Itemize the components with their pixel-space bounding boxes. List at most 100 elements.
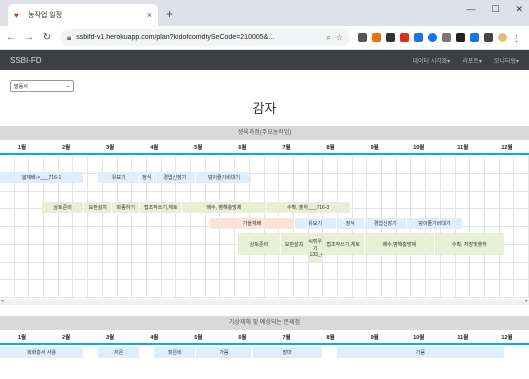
menu-kebab-icon[interactable]: ⋮ [512, 33, 521, 43]
grid-cell [29, 244, 45, 263]
scroll-right-icon[interactable]: ▸ [525, 298, 528, 304]
growth-event[interactable]: 파종하기 [112, 202, 140, 213]
month-7: 7월 [264, 143, 309, 155]
growth-event[interactable]: 정식 [336, 218, 364, 229]
extension-icon[interactable] [386, 33, 395, 42]
disaster-event[interactable]: 가뭄 [196, 347, 252, 358]
growth-event[interactable]: 경엽신장기 [154, 172, 196, 183]
disaster-event[interactable]: 저온 [98, 347, 140, 358]
grid-cell [132, 262, 147, 281]
month-12: 12월 [484, 333, 529, 345]
grid-cell [514, 209, 529, 227]
grid-cell [58, 280, 74, 298]
growth-event[interactable]: 씨튀우기_133_4 [308, 233, 322, 263]
grid-cell [440, 156, 456, 174]
growth-event[interactable]: 배수, 병해충방제 [182, 202, 266, 213]
tab-title: 농작업 일정 [28, 12, 63, 19]
back-icon[interactable]: ← [6, 32, 16, 43]
browser-tab[interactable]: ♥ 농작업 일정 × [8, 4, 158, 26]
disaster-event[interactable]: 잦은비 [154, 347, 196, 358]
grid-cell [352, 173, 368, 192]
extension-icon[interactable] [456, 33, 465, 42]
grid-cell [411, 173, 427, 192]
month-6: 6월 [220, 143, 265, 155]
tab-close-icon[interactable]: × [147, 10, 152, 20]
disaster-event[interactable]: 가뭄 [336, 347, 504, 358]
growth-event[interactable]: 상토준비 [42, 202, 84, 213]
disaster-event[interactable]: 장마 [252, 347, 322, 358]
month-5: 5월 [176, 333, 221, 345]
growth-event[interactable]: 가을재배 [210, 218, 294, 229]
growth-event[interactable]: 덩이줄기비대기 [406, 218, 462, 229]
extension-icon[interactable] [358, 33, 367, 42]
growth-event[interactable]: 묘판설치 [280, 233, 308, 255]
grid-cell [161, 280, 177, 298]
reload-icon[interactable]: ↻ [42, 32, 52, 43]
grid-cell [411, 156, 427, 174]
puzzle-icon[interactable] [484, 33, 493, 42]
grid-cell [0, 244, 15, 263]
growth-event[interactable]: 배수,병해충방제 [364, 233, 434, 255]
menu-monitoring[interactable]: 모니터링▾ [494, 56, 519, 65]
grid-cell [117, 244, 133, 263]
extension-icon[interactable] [428, 33, 437, 42]
url-field[interactable]: 🔒︎ ssbifd-v1.herokuapp.com/plan?kidofcom… [60, 29, 350, 46]
growth-event[interactable]: 유묘기 [98, 172, 140, 183]
growth-event[interactable]: 접조작쓰기,체토 [140, 202, 182, 213]
grid-cell [102, 280, 118, 298]
horizontal-scrollbar[interactable]: ◂ ▸ [0, 298, 529, 305]
extension-icon[interactable] [372, 33, 381, 42]
grid-cell [455, 156, 471, 174]
grid-cell [0, 227, 15, 245]
month-9: 9월 [352, 333, 397, 345]
grid-cell [29, 262, 45, 281]
growth-event[interactable]: 봄재배->___716-1 [0, 172, 84, 183]
grid-cell [44, 244, 59, 263]
growth-event[interactable]: 수확, 저장및출하 [434, 233, 504, 255]
growth-event[interactable]: 상토준비 [238, 233, 280, 255]
page-content: 발동서 ⌄ 감자 생육과정(주요농작업) 1월 2월 3월 4월 5월 6월 7월 8월 9월 1… [0, 70, 529, 359]
extension-icon[interactable] [470, 33, 479, 42]
maximize-icon[interactable]: ☐ [491, 4, 499, 15]
bookmark-star-icon[interactable]: ☆ [336, 33, 343, 42]
growth-event[interactable]: 수확, 출하___716-3 [266, 202, 350, 213]
extension-icon[interactable] [414, 33, 423, 42]
new-tab-button[interactable]: + [166, 7, 173, 21]
grid-cell [382, 262, 397, 281]
zoom-icon[interactable]: ⌕ [326, 33, 330, 43]
growth-event[interactable]: 유묘기 [294, 218, 336, 229]
grid-cell [470, 280, 485, 298]
growth-event[interactable]: 접조작쓰기,체토 [322, 233, 364, 255]
grid-cell [293, 280, 309, 298]
forward-icon[interactable]: → [24, 32, 34, 43]
grid-cell [440, 173, 456, 192]
grid-cell [308, 280, 324, 298]
grid-cell [176, 227, 192, 245]
growth-event[interactable]: 덩이줄기비대기 [196, 172, 252, 183]
grid-cell [146, 244, 162, 263]
disaster-event[interactable]: 회화층서 사용 [0, 347, 84, 358]
month-8: 8월 [308, 333, 353, 345]
grid-cell [29, 280, 45, 298]
growth-event[interactable]: 묘판설치 [84, 202, 112, 213]
app-brand[interactable]: SSBI-FD [10, 56, 42, 65]
menu-report[interactable]: 리포트▾ [462, 56, 482, 65]
close-window-icon[interactable]: ✕ [515, 4, 523, 15]
growth-event[interactable]: 정식 [140, 172, 154, 183]
grid-cell [146, 227, 162, 245]
extension-icon[interactable] [400, 33, 409, 42]
growth-event[interactable]: 경엽신장기 [364, 218, 406, 229]
grid-cell [396, 280, 412, 298]
grid-cell [0, 191, 15, 210]
scroll-left-icon[interactable]: ◂ [1, 298, 4, 304]
grid-cell [279, 156, 294, 174]
extension-icon[interactable] [442, 33, 451, 42]
grid-cell [396, 156, 412, 174]
grid-cell [235, 280, 250, 298]
minimize-icon[interactable]: — [466, 4, 475, 15]
grid-cell [323, 280, 338, 298]
region-select[interactable]: 발동서 ⌄ [10, 80, 74, 92]
menu-visualization[interactable]: 데이터 시각화▾ [413, 56, 451, 65]
month-10: 10월 [396, 333, 441, 345]
profile-avatar[interactable] [498, 33, 507, 42]
